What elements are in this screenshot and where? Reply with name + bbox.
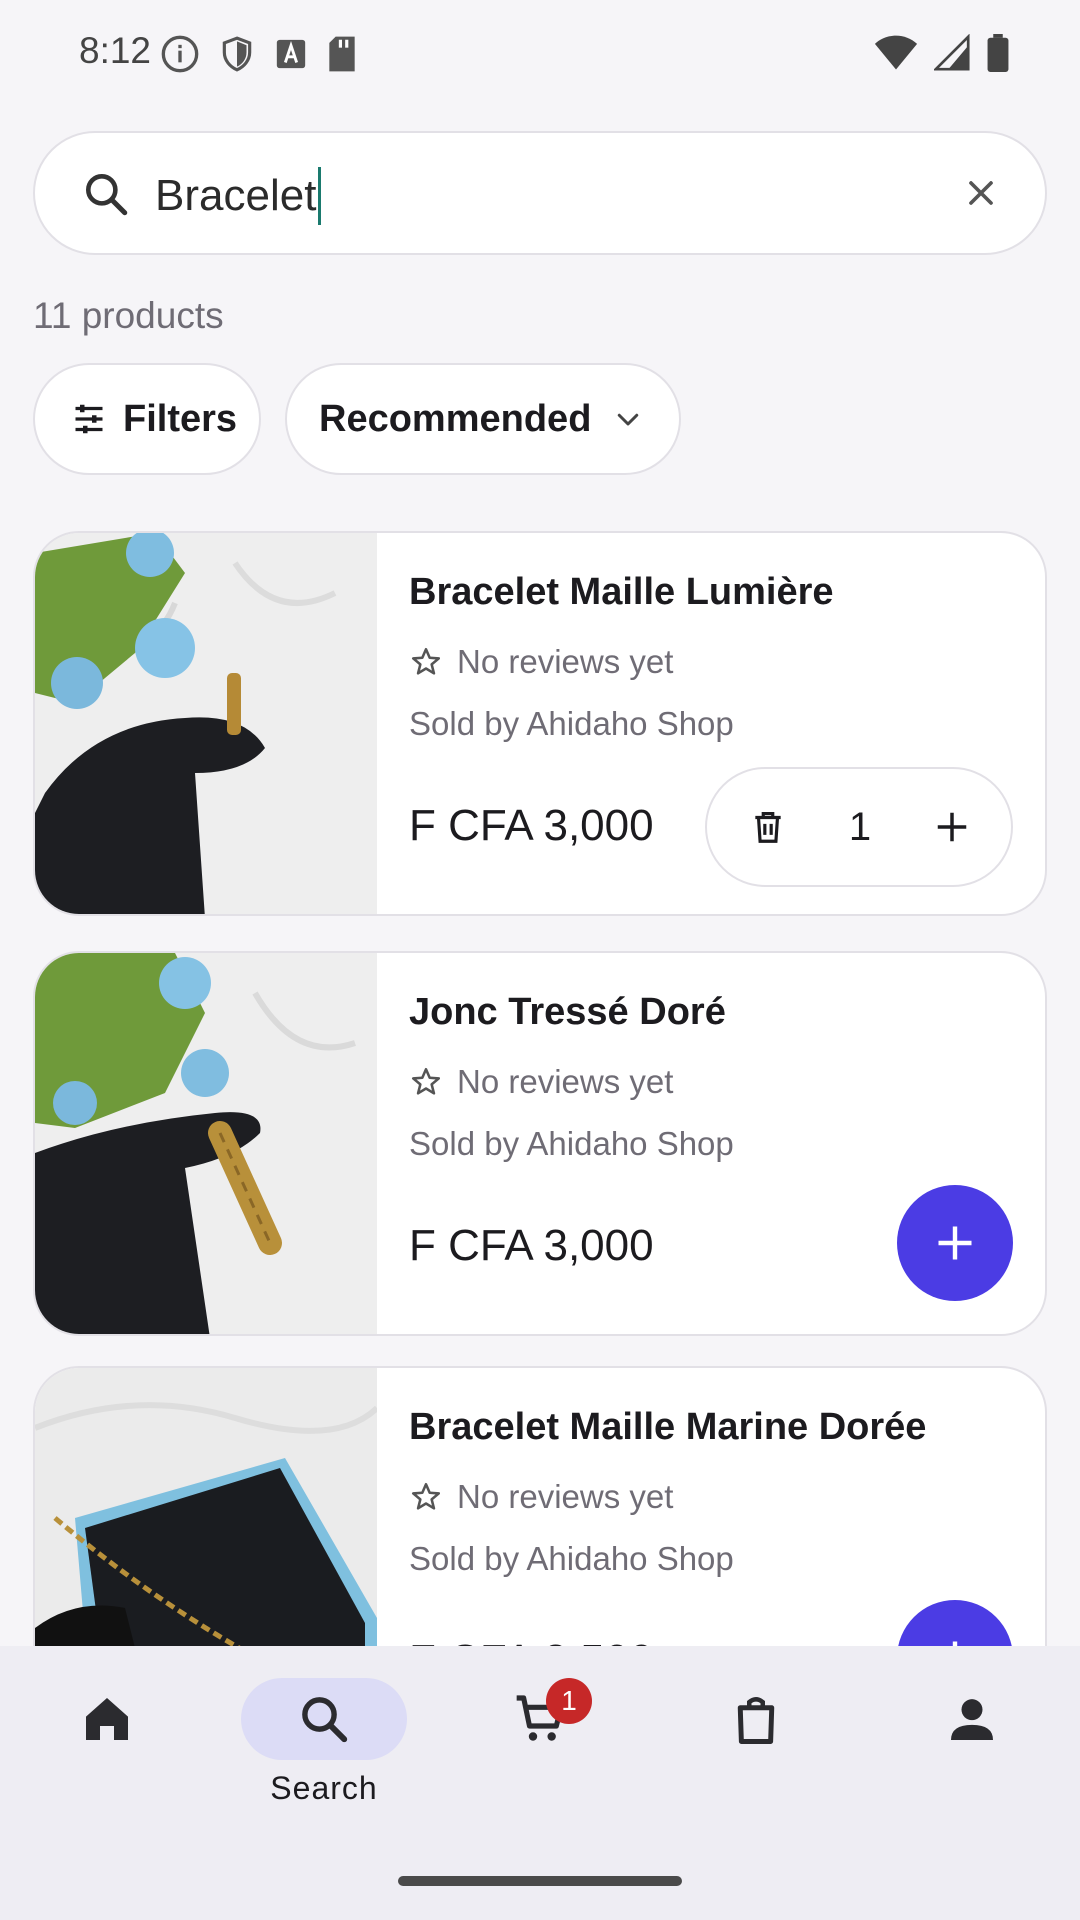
- product-info: Jonc Tressé Doré No reviews yet Sold by …: [409, 953, 1045, 1334]
- nav-search[interactable]: Search: [234, 1678, 414, 1828]
- chevron-down-icon: [618, 413, 639, 426]
- nav-pill: [457, 1678, 623, 1760]
- product-image[interactable]: [35, 953, 377, 1334]
- trash-icon[interactable]: [749, 808, 787, 846]
- product-info: Bracelet Maille Marine Dorée No reviews …: [409, 1368, 1045, 1646]
- product-title[interactable]: Bracelet Maille Marine Dorée: [409, 1406, 926, 1449]
- quantity-stepper: 1: [705, 767, 1013, 887]
- quantity-value: 1: [848, 804, 872, 849]
- add-to-cart-button[interactable]: [897, 1185, 1013, 1301]
- star-outline-icon: [411, 1482, 441, 1510]
- product-image[interactable]: [35, 533, 377, 914]
- info-icon: [161, 35, 199, 73]
- sort-label: Recommended: [319, 397, 592, 440]
- cart-badge: 1: [546, 1678, 592, 1724]
- person-icon: [951, 1699, 993, 1740]
- shopping-bag-icon: [737, 1697, 775, 1744]
- product-title[interactable]: Bracelet Maille Lumière: [409, 571, 834, 614]
- star-outline-icon: [411, 647, 441, 675]
- status-icons-right: [874, 34, 1010, 72]
- add-to-cart-button[interactable]: [897, 1600, 1013, 1646]
- rating-text: No reviews yet: [457, 643, 674, 680]
- wifi-icon: [874, 35, 918, 70]
- nav-cart[interactable]: 1: [450, 1678, 630, 1828]
- text-caret: [318, 167, 322, 225]
- plus-icon: [952, 1641, 958, 1646]
- sd-card-icon: [329, 36, 355, 72]
- product-price: F CFA 3,000: [409, 801, 654, 850]
- search-bar[interactable]: Bracelet: [33, 131, 1047, 255]
- filters-button[interactable]: Filters: [33, 363, 261, 475]
- nav-pill: [673, 1678, 839, 1760]
- product-title[interactable]: Jonc Tressé Doré: [409, 991, 726, 1034]
- search-icon: [86, 174, 128, 216]
- rating-text: No reviews yet: [457, 1063, 674, 1100]
- product-card[interactable]: Jonc Tressé Doré No reviews yet Sold by …: [33, 951, 1047, 1336]
- rating-text: No reviews yet: [457, 1478, 674, 1515]
- status-bar: 8:12: [0, 0, 1080, 110]
- plus-icon[interactable]: [933, 808, 971, 846]
- nav-search-label: Search: [270, 1770, 378, 1806]
- product-rating: No reviews yet: [409, 1478, 673, 1516]
- product-seller: Sold by Ahidaho Shop: [409, 705, 734, 742]
- battery-icon: [987, 34, 1009, 72]
- signal-icon: [934, 34, 970, 71]
- filters-label: Filters: [123, 397, 238, 440]
- font-a-icon: [276, 39, 306, 69]
- status-time: 8:12: [79, 30, 152, 71]
- nav-orders[interactable]: [666, 1678, 846, 1828]
- product-image[interactable]: [35, 1368, 377, 1646]
- tune-icon: [75, 404, 103, 434]
- star-outline-icon: [411, 1067, 441, 1095]
- product-list[interactable]: Bracelet Maille Lumière No reviews yet S…: [0, 500, 1080, 1646]
- search-icon: [302, 1697, 348, 1743]
- product-card[interactable]: Bracelet Maille Lumière No reviews yet S…: [33, 531, 1047, 916]
- status-icons-left: [160, 34, 358, 74]
- shield-icon: [222, 36, 252, 72]
- search-input[interactable]: Bracelet: [155, 167, 322, 225]
- nav-pill: [24, 1678, 190, 1760]
- sort-dropdown[interactable]: Recommended: [285, 363, 681, 475]
- gesture-handle[interactable]: [398, 1876, 682, 1886]
- product-info: Bracelet Maille Lumière No reviews yet S…: [409, 533, 1045, 914]
- product-seller: Sold by Ahidaho Shop: [409, 1540, 734, 1577]
- nav-profile[interactable]: [882, 1678, 1062, 1828]
- nav-home[interactable]: [17, 1678, 197, 1828]
- nav-pill: [889, 1678, 1055, 1760]
- result-count: 11 products: [33, 295, 224, 336]
- home-icon: [86, 1698, 128, 1740]
- product-rating: No reviews yet: [409, 643, 673, 681]
- plus-icon: [938, 1226, 972, 1260]
- product-price: F CFA 3,000: [409, 1221, 654, 1270]
- product-price: F CFA 3,500: [409, 1636, 654, 1646]
- product-card[interactable]: Bracelet Maille Marine Dorée No reviews …: [33, 1366, 1047, 1646]
- search-query: Bracelet: [155, 171, 317, 220]
- nav-pill-active: [241, 1678, 407, 1760]
- product-rating: No reviews yet: [409, 1063, 673, 1101]
- product-seller: Sold by Ahidaho Shop: [409, 1125, 734, 1162]
- close-icon[interactable]: [961, 173, 1001, 213]
